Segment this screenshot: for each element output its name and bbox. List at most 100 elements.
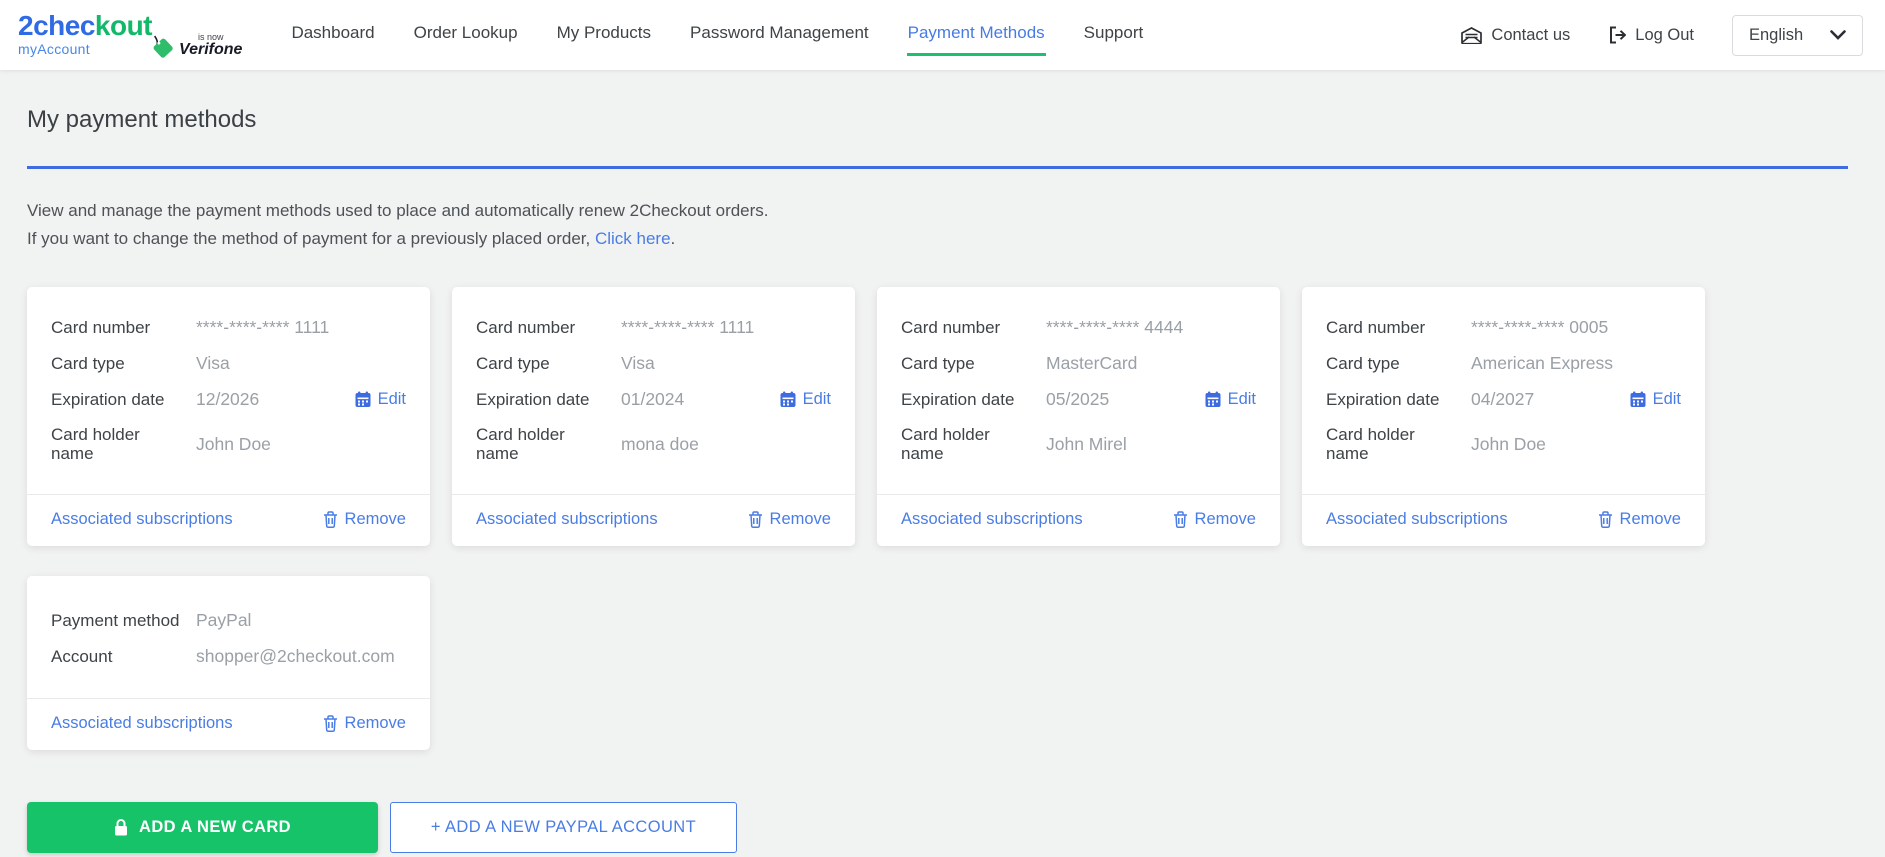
contact-us-button[interactable]: Contact us xyxy=(1461,26,1570,45)
nav-item-dashboard[interactable]: Dashboard xyxy=(290,15,375,56)
associated-subscriptions-link[interactable]: Associated subscriptions xyxy=(901,510,1083,529)
payment-card-4: Card number ****-****-**** 0005 Card type… xyxy=(1302,287,1705,546)
expiration-date-label: Expiration date xyxy=(51,390,173,409)
top-header: 2checkout myAccount is now Verifone Dash… xyxy=(0,0,1885,70)
remove-button[interactable]: Remove xyxy=(1598,510,1681,529)
payment-method-label: Payment method xyxy=(51,611,191,630)
page-title: My payment methods xyxy=(27,70,1858,134)
card-number-label: Card number xyxy=(901,318,1023,337)
header-actions: Contact us Log Out English xyxy=(1461,15,1863,56)
remove-button[interactable]: Remove xyxy=(323,714,406,733)
account-label: Account xyxy=(51,647,191,666)
logo[interactable]: 2checkout myAccount is now Verifone xyxy=(18,12,242,58)
nav-item-support[interactable]: Support xyxy=(1083,15,1145,56)
card-type-label: Card type xyxy=(1326,354,1448,373)
page-description: View and manage the payment methods used… xyxy=(27,197,1858,253)
logout-icon xyxy=(1608,26,1626,44)
edit-button[interactable]: Edit xyxy=(1630,390,1681,409)
associated-subscriptions-link[interactable]: Associated subscriptions xyxy=(51,714,233,733)
logo-text: 2checkout myAccount xyxy=(18,12,152,56)
expiration-date-label: Expiration date xyxy=(1326,390,1448,409)
language-select[interactable]: English xyxy=(1732,15,1863,56)
title-divider xyxy=(27,166,1848,169)
account-value: shopper@2checkout.com xyxy=(196,646,395,667)
nav-item-order-lookup[interactable]: Order Lookup xyxy=(413,15,519,56)
card-type-label: Card type xyxy=(901,354,1023,373)
calendar-icon xyxy=(780,391,796,408)
lock-icon xyxy=(114,819,128,836)
edit-label: Edit xyxy=(378,390,406,409)
card-holder-value: John Mirel xyxy=(1046,434,1127,455)
edit-button[interactable]: Edit xyxy=(1205,390,1256,409)
edit-button[interactable]: Edit xyxy=(355,390,406,409)
associated-subscriptions-link[interactable]: Associated subscriptions xyxy=(1326,510,1508,529)
nav-item-payment-methods[interactable]: Payment Methods xyxy=(907,15,1046,56)
cards-row-1: Card number ****-****-**** 1111 Card type… xyxy=(27,287,1858,546)
add-new-card-label: ADD A NEW CARD xyxy=(139,818,291,837)
associated-subscriptions-link[interactable]: Associated subscriptions xyxy=(51,510,233,529)
card-holder-value: John Doe xyxy=(196,434,271,455)
payment-method-value: PayPal xyxy=(196,610,251,631)
card-number-label: Card number xyxy=(51,318,173,337)
expiration-date-label: Expiration date xyxy=(476,390,598,409)
nav-item-password-management[interactable]: Password Management xyxy=(689,15,870,56)
card-holder-label: Card holder name xyxy=(901,425,1023,463)
card-type-value: American Express xyxy=(1471,353,1613,374)
expiration-date-value: 05/2025 xyxy=(1046,389,1109,410)
logo-wordmark: 2checkout xyxy=(18,12,152,40)
edit-label: Edit xyxy=(1653,390,1681,409)
paypal-card: Payment method PayPal Account shopper@2che… xyxy=(27,576,430,750)
language-value: English xyxy=(1749,26,1803,45)
card-holder-label: Card holder name xyxy=(1326,425,1448,463)
logo-subtitle: myAccount xyxy=(18,42,152,56)
bottom-actions: ADD A NEW CARD + ADD A NEW PAYPAL ACCOUN… xyxy=(27,802,1858,853)
logout-button[interactable]: Log Out xyxy=(1608,26,1694,45)
remove-label: Remove xyxy=(345,510,406,529)
card-number-value: ****-****-**** 4444 xyxy=(1046,317,1183,338)
contact-us-label: Contact us xyxy=(1491,26,1570,45)
card-type-value: Visa xyxy=(196,353,230,374)
card-number-value: ****-****-**** 0005 xyxy=(1471,317,1608,338)
main-content: My payment methods View and manage the p… xyxy=(0,70,1885,853)
card-type-value: Visa xyxy=(621,353,655,374)
add-new-paypal-label: + ADD A NEW PAYPAL ACCOUNT xyxy=(431,818,696,837)
trash-icon xyxy=(1173,511,1188,528)
edit-button[interactable]: Edit xyxy=(780,390,831,409)
remove-label: Remove xyxy=(1195,510,1256,529)
edit-label: Edit xyxy=(803,390,831,409)
card-holder-value: mona doe xyxy=(621,434,699,455)
click-here-link[interactable]: Click here xyxy=(595,229,671,248)
description-line-2: If you want to change the method of paym… xyxy=(27,225,1858,253)
add-new-card-button[interactable]: ADD A NEW CARD xyxy=(27,802,378,853)
logo-tag-group: is now Verifone xyxy=(150,26,242,58)
trash-icon xyxy=(323,715,338,732)
payment-card-1: Card number ****-****-**** 1111 Card type… xyxy=(27,287,430,546)
remove-label: Remove xyxy=(1620,510,1681,529)
card-type-label: Card type xyxy=(476,354,598,373)
remove-button[interactable]: Remove xyxy=(1173,510,1256,529)
trash-icon xyxy=(323,511,338,528)
trash-icon xyxy=(1598,511,1613,528)
card-type-label: Card type xyxy=(51,354,173,373)
verifone-badge: is now Verifone xyxy=(179,33,242,58)
card-number-value: ****-****-**** 1111 xyxy=(196,317,329,338)
remove-button[interactable]: Remove xyxy=(323,510,406,529)
expiration-date-label: Expiration date xyxy=(901,390,1023,409)
card-number-label: Card number xyxy=(1326,318,1448,337)
remove-label: Remove xyxy=(345,714,406,733)
add-new-paypal-button[interactable]: + ADD A NEW PAYPAL ACCOUNT xyxy=(390,802,737,853)
card-type-value: MasterCard xyxy=(1046,353,1137,374)
remove-label: Remove xyxy=(770,510,831,529)
chevron-down-icon xyxy=(1830,30,1846,40)
associated-subscriptions-link[interactable]: Associated subscriptions xyxy=(476,510,658,529)
expiration-date-value: 12/2026 xyxy=(196,389,259,410)
remove-button[interactable]: Remove xyxy=(748,510,831,529)
card-number-value: ****-****-**** 1111 xyxy=(621,317,754,338)
price-tag-icon xyxy=(148,30,177,59)
calendar-icon xyxy=(1630,391,1646,408)
edit-label: Edit xyxy=(1228,390,1256,409)
nav-item-my-products[interactable]: My Products xyxy=(556,15,652,56)
expiration-date-value: 01/2024 xyxy=(621,389,684,410)
trash-icon xyxy=(748,511,763,528)
payment-card-2: Card number****-****-**** 1111 Card type… xyxy=(452,287,855,546)
